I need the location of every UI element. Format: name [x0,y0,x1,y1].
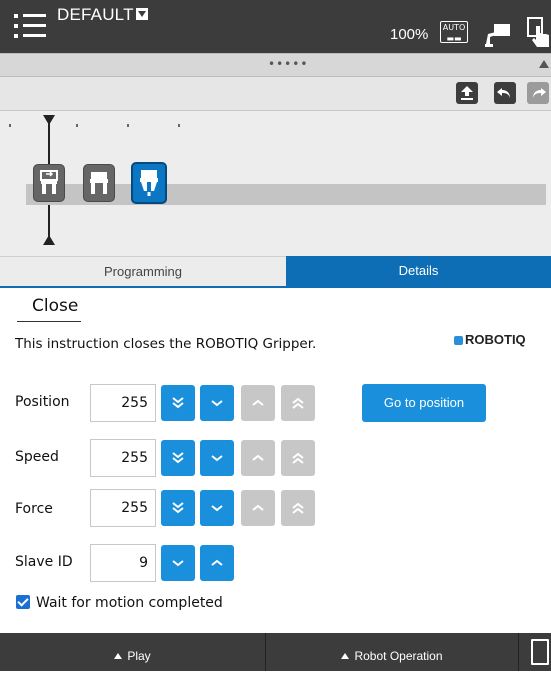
undo-icon [497,88,510,98]
gripper-open-node[interactable] [83,164,115,202]
timeline-tick [76,124,78,127]
play-button[interactable]: Play [0,633,266,671]
gripper-close-icon [140,170,158,196]
speed-readout[interactable]: 100% [390,26,428,43]
position-increase-fast-button[interactable] [281,385,315,421]
double-chevron-down-icon [172,397,184,409]
auto-mode-icon[interactable]: AUTO ▬▬ [440,21,468,43]
speed-increase-fast-button[interactable] [281,440,315,476]
timeline-toolbar [0,77,551,111]
force-increase-fast-button[interactable] [281,490,315,526]
wait-for-motion-option[interactable]: Wait for motion completed [16,595,223,611]
wait-checkbox[interactable] [16,595,30,609]
robot-arm-icon[interactable] [484,22,512,48]
chevron-up-icon [252,454,264,461]
speed-decrease-fast-button[interactable] [161,440,195,476]
slave-id-decrease-button[interactable] [161,545,195,581]
position-decrease-fast-button[interactable] [161,385,195,421]
slave-id-increase-button[interactable] [200,545,234,581]
double-chevron-up-icon [292,397,304,409]
double-chevron-down-icon [172,452,184,464]
gripper-open-icon [90,172,108,194]
force-increase-button[interactable] [241,490,275,526]
speed-decrease-button[interactable] [200,440,234,476]
expand-up-icon [341,653,350,659]
double-chevron-down-icon [172,502,184,514]
chevron-up-icon [211,559,223,566]
chevron-up-icon [252,504,264,511]
program-name: DEFAULT [57,5,134,24]
expand-up-icon [114,653,123,659]
robot-operation-button[interactable]: Robot Operation [266,633,519,671]
chevron-down-icon [211,400,223,407]
cursor-bottom-marker-icon [43,235,55,245]
collapse-up-icon[interactable] [539,60,549,68]
gripper-activate-icon [40,170,58,194]
timeline-tick [9,124,11,127]
title-underline [17,321,81,322]
force-label: Force [15,501,53,517]
program-name-dropdown[interactable]: DEFAULT [57,5,148,25]
position-increase-button[interactable] [241,385,275,421]
page-title: Close [32,296,79,316]
upload-button[interactable] [456,82,478,104]
toolbar-toggle-icon[interactable] [531,639,549,665]
tab-programming[interactable]: Programming [0,256,286,286]
details-panel: Close This instruction closes the ROBOTI… [0,288,551,633]
speed-input[interactable]: 255 [90,439,156,477]
position-label: Position [15,394,70,410]
undo-button[interactable] [494,82,516,104]
menu-icon[interactable] [14,11,46,41]
dropdown-arrow-icon [135,8,148,20]
slave-id-input[interactable]: 9 [90,544,156,582]
wait-checkbox-label: Wait for motion completed [36,595,223,611]
robotiq-logo-mark-icon [454,336,463,345]
gripper-activate-node[interactable] [33,164,65,202]
redo-button[interactable] [527,82,549,104]
view-tabs: Programming Details [0,256,551,286]
chevron-down-icon [172,560,184,567]
cursor-top-marker-icon [43,115,55,125]
panel-splitter[interactable]: ••••• [0,53,551,77]
force-decrease-button[interactable] [200,490,234,526]
upload-icon [461,86,473,100]
gripper-close-node[interactable] [131,162,167,204]
program-timeline[interactable] [0,111,551,256]
touch-hand-icon[interactable] [527,16,551,48]
timeline-tick [127,124,129,127]
chevron-down-icon [211,455,223,462]
position-input[interactable]: 255 [90,384,156,422]
double-chevron-up-icon [292,502,304,514]
grip-dots-icon: ••••• [268,57,309,71]
go-to-position-button[interactable]: Go to position [362,384,486,422]
force-input[interactable]: 255 [90,489,156,527]
double-chevron-up-icon [292,452,304,464]
tab-details[interactable]: Details [286,256,551,286]
chevron-up-icon [252,399,264,406]
redo-icon [533,88,546,98]
top-bar: DEFAULT 100% AUTO ▬▬ [0,0,551,53]
timeline-tick [178,124,180,127]
chevron-down-icon [211,505,223,512]
instruction-description: This instruction closes the ROBOTIQ Grip… [15,336,317,352]
footer-bar: Play Robot Operation [0,633,551,671]
speed-increase-button[interactable] [241,440,275,476]
slave-id-label: Slave ID [15,554,73,570]
speed-label: Speed [15,449,59,465]
robotiq-logo: ROBOTIQ [454,332,526,347]
position-decrease-button[interactable] [200,385,234,421]
force-decrease-fast-button[interactable] [161,490,195,526]
